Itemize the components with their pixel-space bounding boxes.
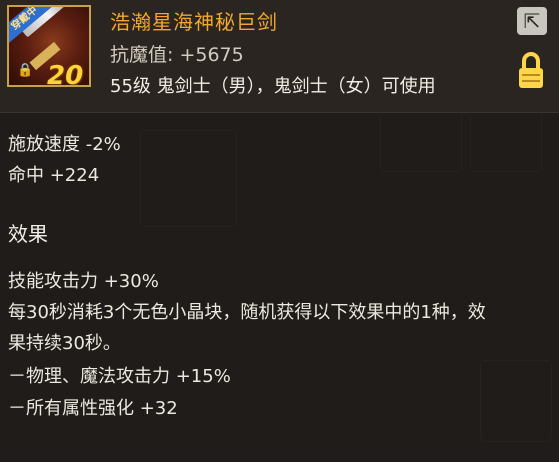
background-decoration bbox=[380, 110, 462, 172]
small-lock-icon: 🔒 bbox=[17, 63, 34, 78]
lock-icon[interactable] bbox=[519, 52, 543, 88]
stat-hit-rate: 命中 +224 bbox=[8, 165, 100, 186]
effect-line: －所有属性强化 +32 bbox=[8, 398, 178, 419]
effect-line: 每30秒消耗3个无色小晶块，随机获得以下效果中的1种，效 bbox=[8, 302, 486, 323]
background-decoration bbox=[140, 130, 237, 227]
effect-line: 技能攻击力 +30% bbox=[8, 271, 159, 292]
item-icon[interactable]: 穿戴中 🔒 20 bbox=[7, 5, 91, 87]
share-export-icon[interactable]: ⇱ bbox=[517, 7, 547, 35]
effect-line: －物理、魔法攻击力 +15% bbox=[8, 366, 231, 387]
background-decoration bbox=[470, 100, 542, 172]
item-class-requirement: 55级 鬼剑士（男），鬼剑士（女）可使用 bbox=[110, 76, 436, 97]
item-level-number: 20 bbox=[47, 61, 84, 87]
effect-line: 果持续30秒。 bbox=[8, 333, 121, 354]
effect-section-title: 效果 bbox=[8, 222, 48, 246]
background-decoration bbox=[480, 360, 552, 442]
item-header: 穿戴中 🔒 20 浩瀚星海神秘巨剑 抗魔值: +5675 55级 鬼剑士（男），… bbox=[0, 0, 559, 113]
item-name: 浩瀚星海神秘巨剑 bbox=[110, 10, 278, 34]
equipped-badge: 穿戴中 bbox=[9, 7, 54, 45]
stat-cast-speed: 施放速度 -2% bbox=[8, 134, 121, 155]
item-main-stat: 抗魔值: +5675 bbox=[110, 44, 244, 66]
